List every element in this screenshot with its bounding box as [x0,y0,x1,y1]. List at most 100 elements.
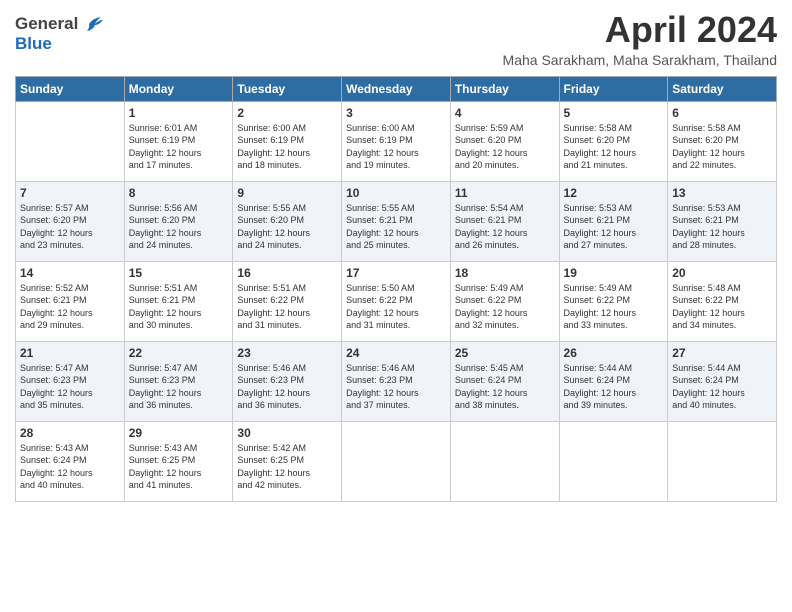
day-number: 18 [455,266,555,280]
day-number: 6 [672,106,772,120]
day-number: 8 [129,186,229,200]
calendar-cell: 13 Sunrise: 5:53 AM Sunset: 6:21 PM Dayli… [668,181,777,261]
calendar-cell: 8 Sunrise: 5:56 AM Sunset: 6:20 PM Daylig… [124,181,233,261]
calendar-cell: 3 Sunrise: 6:00 AM Sunset: 6:19 PM Daylig… [342,101,451,181]
col-header-monday: Monday [124,76,233,101]
day-info: Sunrise: 5:58 AM Sunset: 6:20 PM Dayligh… [672,122,772,172]
col-header-friday: Friday [559,76,668,101]
day-info: Sunrise: 5:45 AM Sunset: 6:24 PM Dayligh… [455,362,555,412]
subtitle: Maha Sarakham, Maha Sarakham, Thailand [503,52,777,68]
day-info: Sunrise: 5:43 AM Sunset: 6:24 PM Dayligh… [20,442,120,492]
calendar-cell: 16Sunrise: 5:51 AM Sunset: 6:22 PM Dayli… [233,261,342,341]
calendar-cell [668,421,777,501]
col-header-wednesday: Wednesday [342,76,451,101]
logo: General Blue [15,14,103,54]
day-number: 13 [672,186,772,200]
bird-icon [81,16,103,32]
calendar-cell: 22 Sunrise: 5:47 AM Sunset: 6:23 PM Dayli… [124,341,233,421]
calendar-cell: 11Sunrise: 5:54 AM Sunset: 6:21 PM Dayli… [450,181,559,261]
day-info: Sunrise: 5:57 AM Sunset: 6:20 PM Dayligh… [20,202,120,252]
day-info: Sunrise: 5:55 AM Sunset: 6:21 PM Dayligh… [346,202,446,252]
day-number: 27 [672,346,772,360]
day-info: Sunrise: 5:53 AM Sunset: 6:21 PM Dayligh… [672,202,772,252]
day-info: Sunrise: 5:55 AM Sunset: 6:20 PM Dayligh… [237,202,337,252]
day-number: 3 [346,106,446,120]
day-info: Sunrise: 5:44 AM Sunset: 6:24 PM Dayligh… [672,362,772,412]
day-number: 9 [237,186,337,200]
calendar-cell: 20 Sunrise: 5:48 AM Sunset: 6:22 PM Dayli… [668,261,777,341]
day-info: Sunrise: 5:52 AM Sunset: 6:21 PM Dayligh… [20,282,120,332]
day-info: Sunrise: 5:49 AM Sunset: 6:22 PM Dayligh… [564,282,664,332]
day-number: 19 [564,266,664,280]
day-number: 15 [129,266,229,280]
day-number: 29 [129,426,229,440]
day-info: Sunrise: 5:47 AM Sunset: 6:23 PM Dayligh… [129,362,229,412]
calendar-cell: 30 Sunrise: 5:42 AM Sunset: 6:25 PM Dayli… [233,421,342,501]
calendar-cell: 26 Sunrise: 5:44 AM Sunset: 6:24 PM Dayli… [559,341,668,421]
day-info: Sunrise: 5:44 AM Sunset: 6:24 PM Dayligh… [564,362,664,412]
day-info: Sunrise: 5:51 AM Sunset: 6:21 PM Dayligh… [129,282,229,332]
day-info: Sunrise: 5:49 AM Sunset: 6:22 PM Dayligh… [455,282,555,332]
calendar-cell: 7 Sunrise: 5:57 AM Sunset: 6:20 PM Daylig… [16,181,125,261]
day-number: 4 [455,106,555,120]
logo-general: General [15,14,78,34]
calendar-cell: 28 Sunrise: 5:43 AM Sunset: 6:24 PM Dayli… [16,421,125,501]
day-info: Sunrise: 5:58 AM Sunset: 6:20 PM Dayligh… [564,122,664,172]
day-number: 17 [346,266,446,280]
col-header-saturday: Saturday [668,76,777,101]
col-header-tuesday: Tuesday [233,76,342,101]
header: General Blue April 2024 Maha Sarakham, M… [15,10,777,68]
week-row-5: 28 Sunrise: 5:43 AM Sunset: 6:24 PM Dayli… [16,421,777,501]
calendar-cell: 1Sunrise: 6:01 AM Sunset: 6:19 PM Daylig… [124,101,233,181]
day-info: Sunrise: 5:46 AM Sunset: 6:23 PM Dayligh… [346,362,446,412]
day-info: Sunrise: 5:42 AM Sunset: 6:25 PM Dayligh… [237,442,337,492]
calendar-cell: 4 Sunrise: 5:59 AM Sunset: 6:20 PM Daylig… [450,101,559,181]
day-number: 25 [455,346,555,360]
month-title: April 2024 [503,10,777,50]
calendar-cell [450,421,559,501]
day-info: Sunrise: 5:56 AM Sunset: 6:20 PM Dayligh… [129,202,229,252]
day-number: 24 [346,346,446,360]
calendar-cell: 29Sunrise: 5:43 AM Sunset: 6:25 PM Dayli… [124,421,233,501]
day-info: Sunrise: 5:47 AM Sunset: 6:23 PM Dayligh… [20,362,120,412]
day-info: Sunrise: 6:00 AM Sunset: 6:19 PM Dayligh… [346,122,446,172]
day-number: 30 [237,426,337,440]
logo-blue: Blue [15,34,52,54]
calendar-cell: 15 Sunrise: 5:51 AM Sunset: 6:21 PM Dayli… [124,261,233,341]
day-number: 26 [564,346,664,360]
day-number: 22 [129,346,229,360]
calendar-cell: 23Sunrise: 5:46 AM Sunset: 6:23 PM Dayli… [233,341,342,421]
day-number: 28 [20,426,120,440]
day-number: 12 [564,186,664,200]
day-number: 7 [20,186,120,200]
day-info: Sunrise: 5:59 AM Sunset: 6:20 PM Dayligh… [455,122,555,172]
day-info: Sunrise: 6:01 AM Sunset: 6:19 PM Dayligh… [129,122,229,172]
week-row-2: 7 Sunrise: 5:57 AM Sunset: 6:20 PM Daylig… [16,181,777,261]
day-number: 2 [237,106,337,120]
title-area: April 2024 Maha Sarakham, Maha Sarakham,… [503,10,777,68]
header-row: SundayMondayTuesdayWednesdayThursdayFrid… [16,76,777,101]
day-number: 16 [237,266,337,280]
day-number: 10 [346,186,446,200]
calendar-header: SundayMondayTuesdayWednesdayThursdayFrid… [16,76,777,101]
day-number: 23 [237,346,337,360]
day-info: Sunrise: 5:48 AM Sunset: 6:22 PM Dayligh… [672,282,772,332]
calendar-cell [559,421,668,501]
calendar-cell: 5 Sunrise: 5:58 AM Sunset: 6:20 PM Daylig… [559,101,668,181]
calendar-cell: 25 Sunrise: 5:45 AM Sunset: 6:24 PM Dayli… [450,341,559,421]
calendar-cell: 12Sunrise: 5:53 AM Sunset: 6:21 PM Dayli… [559,181,668,261]
calendar-cell: 6 Sunrise: 5:58 AM Sunset: 6:20 PM Daylig… [668,101,777,181]
day-number: 14 [20,266,120,280]
calendar-cell: 10 Sunrise: 5:55 AM Sunset: 6:21 PM Dayli… [342,181,451,261]
calendar-cell: 17Sunrise: 5:50 AM Sunset: 6:22 PM Dayli… [342,261,451,341]
calendar-cell: 24 Sunrise: 5:46 AM Sunset: 6:23 PM Dayli… [342,341,451,421]
day-number: 20 [672,266,772,280]
calendar-cell [16,101,125,181]
col-header-thursday: Thursday [450,76,559,101]
day-info: Sunrise: 6:00 AM Sunset: 6:19 PM Dayligh… [237,122,337,172]
calendar-cell: 9 Sunrise: 5:55 AM Sunset: 6:20 PM Daylig… [233,181,342,261]
calendar-body: 1Sunrise: 6:01 AM Sunset: 6:19 PM Daylig… [16,101,777,501]
day-number: 5 [564,106,664,120]
calendar-cell: 18 Sunrise: 5:49 AM Sunset: 6:22 PM Dayli… [450,261,559,341]
week-row-1: 1Sunrise: 6:01 AM Sunset: 6:19 PM Daylig… [16,101,777,181]
